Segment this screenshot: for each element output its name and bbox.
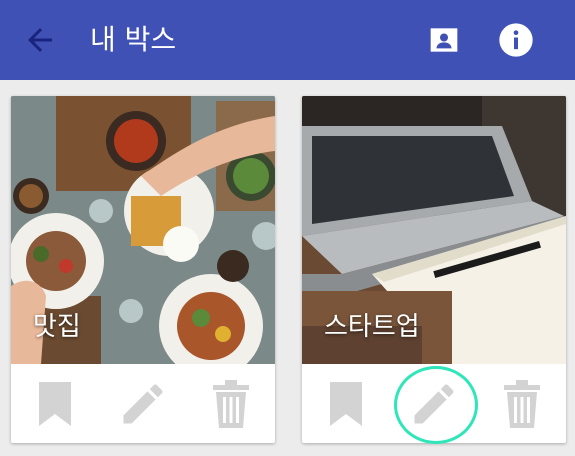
box-card[interactable]: 맛집 (11, 96, 275, 443)
edit-pencil-icon (414, 384, 454, 424)
card-title: 스타트업 (324, 312, 420, 342)
bookmark-button[interactable] (316, 376, 376, 432)
delete-button[interactable] (492, 376, 552, 432)
trash-icon (213, 380, 249, 428)
bookmark-icon (39, 382, 71, 426)
arrow-back-icon[interactable] (22, 22, 58, 58)
card-title: 맛집 (33, 312, 81, 342)
edit-button[interactable] (113, 376, 173, 432)
delete-button[interactable] (201, 376, 261, 432)
info-icon[interactable] (496, 20, 536, 60)
bookmark-button[interactable] (25, 376, 85, 432)
trash-icon (504, 380, 540, 428)
page-title: 내 박스 (90, 23, 177, 56)
contact-card-icon[interactable] (424, 20, 464, 60)
card-actions (302, 364, 566, 443)
card-actions (11, 364, 275, 443)
box-card[interactable]: 스타트업 (302, 96, 566, 443)
bookmark-icon (330, 382, 362, 426)
edit-button[interactable] (404, 376, 464, 432)
edit-pencil-icon (123, 384, 163, 424)
app-bar: 내 박스 (0, 0, 575, 80)
